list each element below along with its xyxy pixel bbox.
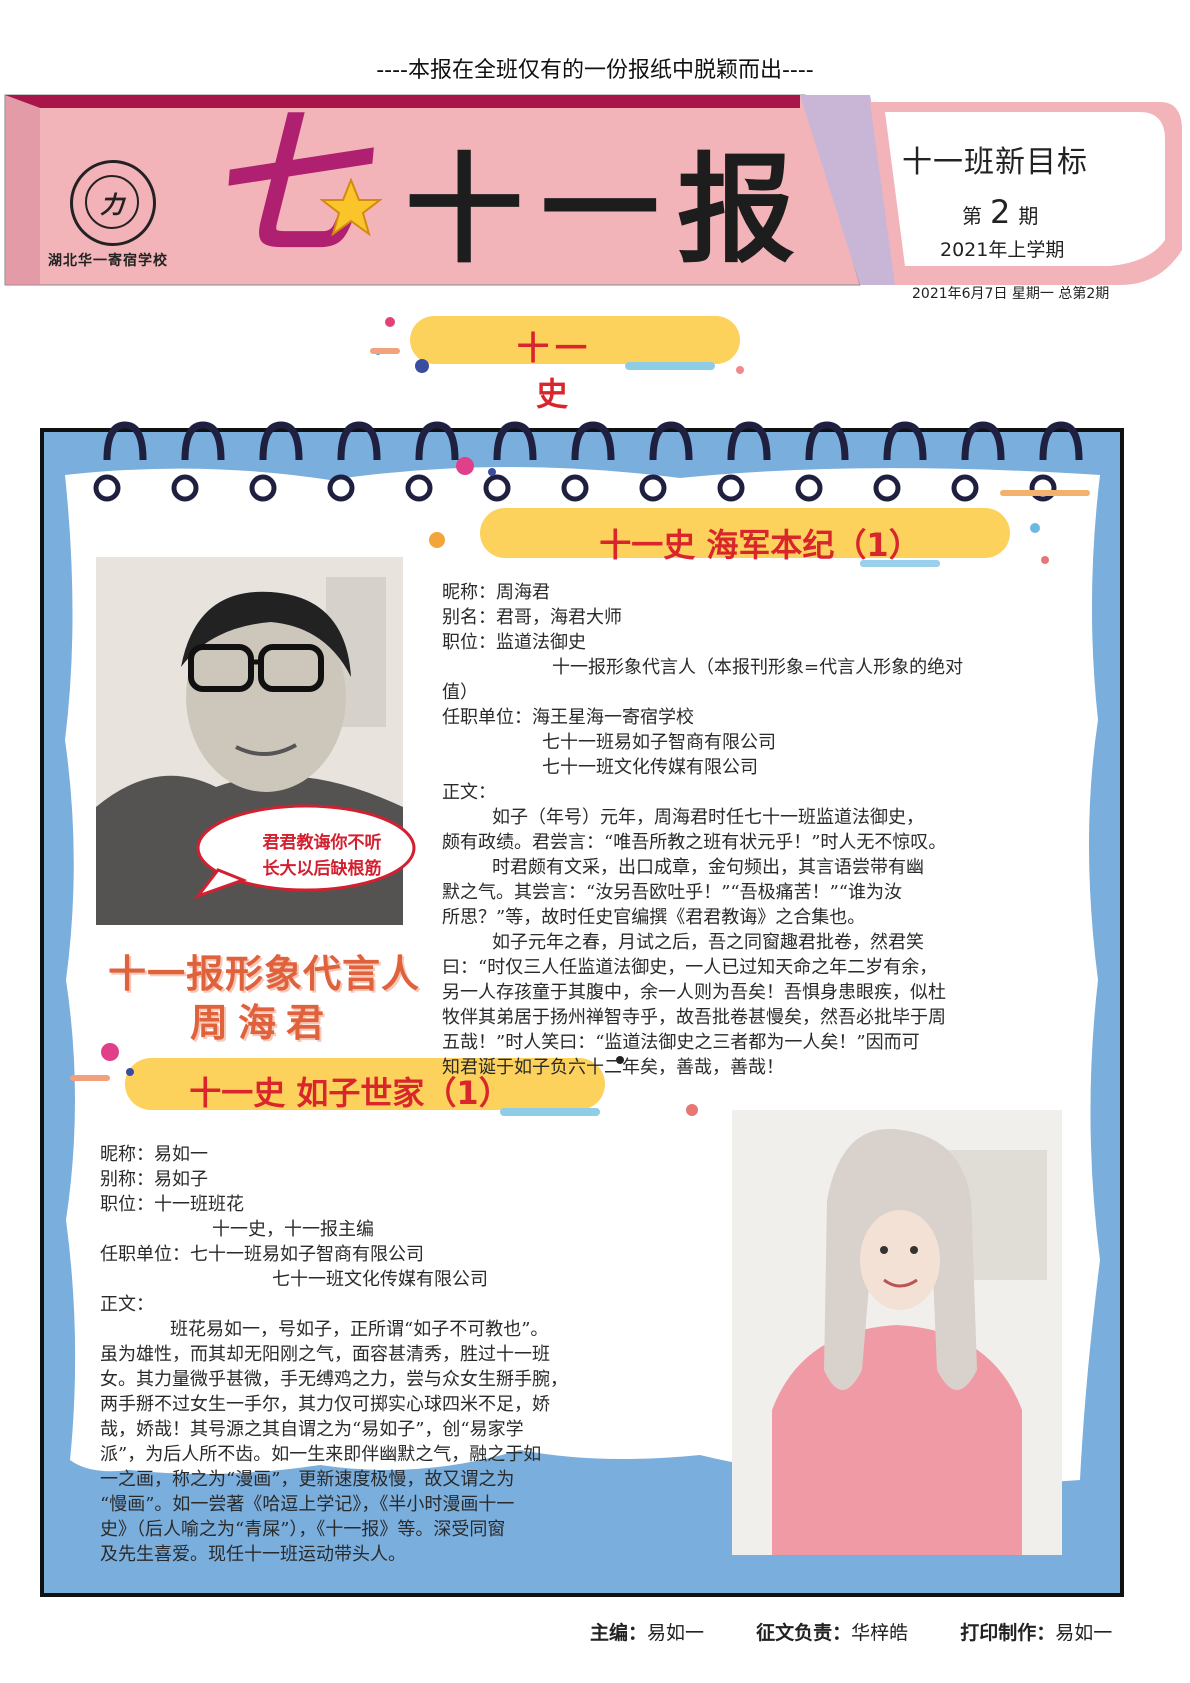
article1-body: 昵称：周海君 别名：君哥，海君大师 职位：监道法御史 十一报形象代言人（本报刊形…: [442, 580, 1017, 1080]
article2-line: 别称：易如子: [100, 1169, 208, 1190]
article1-line: 七十一班易如子智商有限公司: [542, 732, 776, 753]
article2-line: 哉，娇哉！其号源之其自谓之为“易如子”，创“易家学: [100, 1419, 524, 1440]
print-label: 打印制作：: [960, 1622, 1056, 1644]
photo-yi-ruyi: [732, 1110, 1062, 1555]
article2-line: 任职单位：七十一班易如子智商有限公司: [100, 1244, 424, 1265]
article1-line: 值）: [442, 682, 478, 703]
solicit-name: 华梓皓: [851, 1622, 909, 1644]
article1-line: 正文：: [442, 782, 496, 803]
article2-line: 十一史，十一报主编: [212, 1219, 374, 1240]
article1-line: 七十一班文化传媒有限公司: [542, 757, 758, 778]
spokesperson-name: 周海君: [190, 1001, 335, 1045]
article2-line: 一之画，称之为“漫画”，更新速度极慢，故又谓之为: [100, 1469, 515, 1490]
editor-name: 易如一: [647, 1622, 705, 1644]
section-title: 十一史: [516, 329, 593, 413]
tagline: ----本报在全班仅有的一份报纸中脱颖而出----: [376, 58, 814, 83]
child-sketch: [732, 1110, 1062, 1555]
article2-line: 史》（后人喻之为“青屎”），《十一报》等。深受同窗: [100, 1519, 506, 1540]
article1-line: 默之气。其尝言：“汝另吾欧吐乎！”“吾极痛苦！”“谁为汝: [442, 882, 903, 903]
solicit-label: 征文负责：: [756, 1622, 852, 1644]
article1-line: 任职单位：海王星海一寄宿学校: [442, 707, 694, 728]
article1-line: 别名：君哥，海君大师: [442, 607, 622, 628]
article2-line: 女。其力量微乎甚微，手无缚鸡之力，尝与众女生掰手腕，: [100, 1369, 568, 1390]
article2-line: 正文：: [100, 1294, 154, 1315]
star-icon: [320, 178, 382, 236]
article1-line: 昵称：周海君: [442, 582, 550, 603]
article2-line: 虽为雄性，而其却无阳刚之气，面容甚清秀，胜过十一班: [100, 1344, 550, 1365]
issue-suffix: 期: [1018, 204, 1039, 228]
article1-line: 如子元年之春，月试之后，吾之同窗趣君批卷，然君笑: [492, 932, 924, 953]
article2-line: 派”，为后人所不齿。如一生来即伴幽默之气，融之于如: [100, 1444, 542, 1465]
article1-line: 时君颇有文采，出口成章，金句频出，其言语尝带有幽: [492, 857, 924, 878]
speech-bubble-text: 君君教诲你不听 长大以后缺根筋: [232, 830, 412, 882]
bubble-line-2: 长大以后缺根筋: [262, 859, 382, 879]
article2-body: 昵称：易如一 别称：易如子 职位：十一班班花 十一史，十一报主编 任职单位：七十…: [100, 1142, 620, 1567]
school-logo-mark: 力: [85, 175, 139, 229]
editor-label: 主编：: [590, 1622, 648, 1644]
school-name: 湖北华一寄宿学校: [48, 253, 168, 269]
issue-number-value: 2: [990, 193, 1011, 231]
school-logo: 力: [70, 160, 156, 246]
article2-line: 昵称：易如一: [100, 1144, 208, 1165]
article1-line: 五哉！”时人笑曰：“监道法御史之三者都为一人矣！”因而可: [442, 1032, 920, 1053]
article1-line: 牧伴其弟居于扬州禅智寺乎，故吾批卷甚慢矣，然吾必批毕于周: [442, 1007, 946, 1028]
article1-line: 十一报形象代言人（本报刊形象=代言人形象的绝对: [552, 657, 964, 678]
class-target: 十一班新目标: [902, 145, 1088, 180]
spokesperson-title: 十一报形象代言人: [108, 952, 421, 996]
article2-line: “慢画”。如一尝著《哈逗上学记》，《半小时漫画十一: [100, 1494, 515, 1515]
article2-line: 七十一班文化传媒有限公司: [272, 1269, 488, 1290]
article2-line: 职位：十一班班花: [100, 1194, 244, 1215]
article1-line: 职位：监道法御史: [442, 632, 586, 653]
article1-title: 十一史 海军本纪（1）: [599, 526, 921, 564]
print-name: 易如一: [1055, 1622, 1113, 1644]
issue-number: 第2期: [962, 193, 1038, 231]
article1-line: 另一人存孩童于其腹中，余一人则为吾矣！吾惧身患眼疾，似杜: [442, 982, 946, 1003]
article2-line: 及先生喜爱。现任十一班运动带头人。: [100, 1544, 406, 1565]
article1-line: 所思？”等，故时任史官编撰《君君教诲》之合集也。: [442, 907, 866, 928]
article2-title: 十一史 如子世家（1）: [189, 1074, 511, 1112]
article2-line: 班花易如一，号如子，正所谓“如子不可教也”。: [170, 1319, 549, 1340]
paper-title: 十一报: [405, 140, 814, 279]
article1-line: 曰：“时仅三人任监道法御史，一人已过知天命之年二岁有余，: [442, 957, 938, 978]
article1-line: 颇有政绩。君尝言：“唯吾所教之班有状元乎！”时人无不惊叹。: [442, 832, 947, 853]
article2-line: 两手掰不过女生一手尔，其力仅可掷实心球四米不足，娇: [100, 1394, 550, 1415]
issue-prefix: 第: [962, 204, 982, 228]
term: 2021年上学期: [940, 239, 1065, 261]
bubble-line-1: 君君教诲你不听: [262, 833, 382, 853]
article1-line: 如子（年号）元年，周海君时任七十一班监道法御史，: [492, 807, 924, 828]
date-line: 2021年6月7日 星期一 总第2期: [912, 286, 1110, 302]
footer-credits: 主编：易如一 征文负责：华梓皓 打印制作：易如一: [590, 1618, 1112, 1645]
